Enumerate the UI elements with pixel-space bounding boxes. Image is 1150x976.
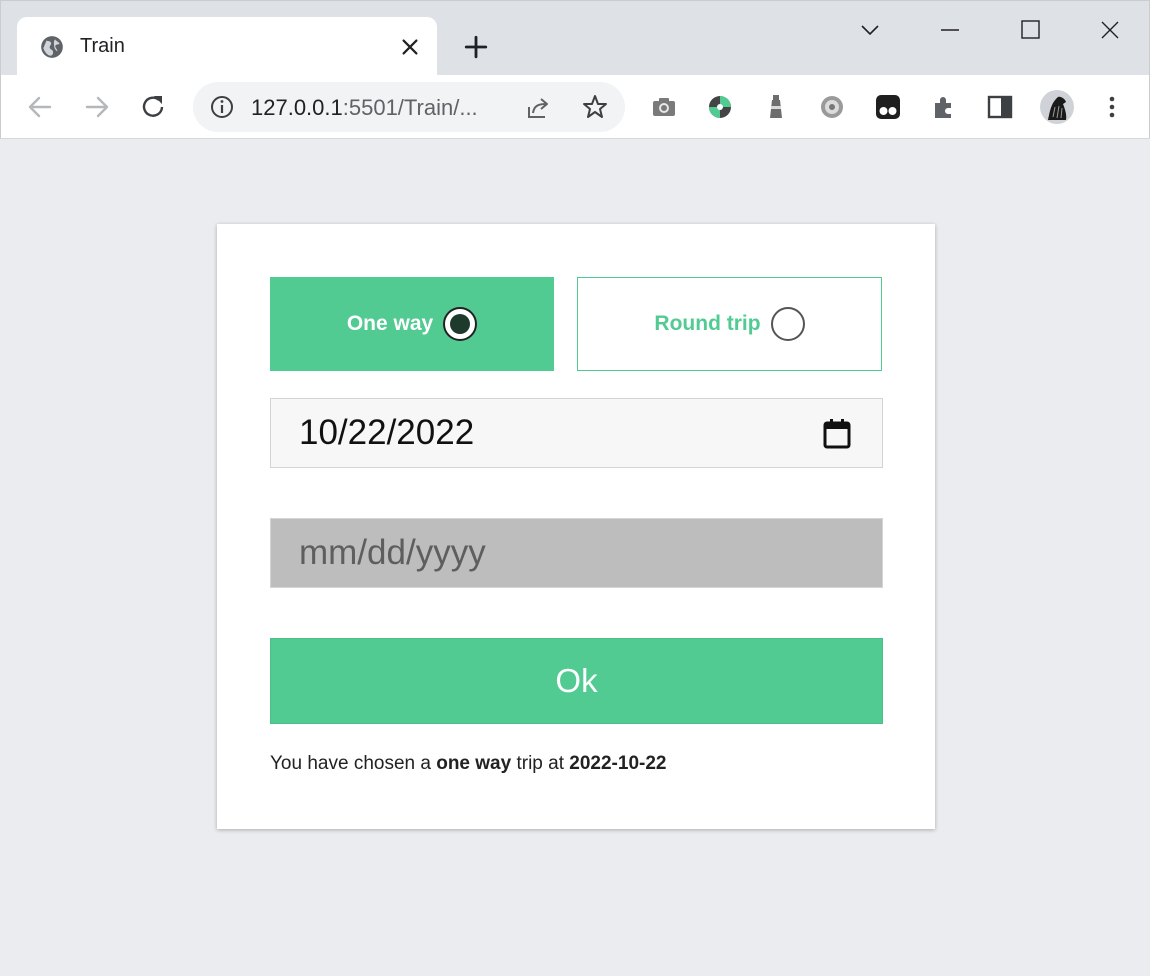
- profile-avatar-icon[interactable]: [1039, 89, 1075, 125]
- return-date-placeholder: mm/dd/yyyy: [299, 533, 486, 572]
- round-trip-radio[interactable]: [770, 307, 805, 341]
- lighthouse-extension-icon[interactable]: [761, 92, 791, 122]
- new-tab-plus-icon[interactable]: [463, 34, 489, 60]
- back-arrow-icon[interactable]: [25, 92, 55, 122]
- globe-icon: [41, 36, 63, 58]
- tab-search-chevron-icon[interactable]: [855, 15, 885, 45]
- calendar-icon[interactable]: [822, 418, 852, 450]
- reload-icon[interactable]: [138, 92, 168, 122]
- gear-extension-icon[interactable]: [817, 92, 847, 122]
- return-date-input[interactable]: mm/dd/yyyy: [270, 518, 883, 588]
- browser-tab[interactable]: Train: [17, 17, 437, 77]
- ok-button[interactable]: Ok: [270, 638, 883, 724]
- side-panel-icon[interactable]: [985, 92, 1015, 122]
- tab-title: Train: [80, 35, 125, 57]
- selection-summary: You have chosen a one way trip at 2022-1…: [270, 753, 666, 775]
- summary-prefix: You have chosen a: [270, 753, 437, 774]
- summary-middle: trip at: [511, 753, 570, 774]
- url-text[interactable]: 127.0.0.1:5501/Train/...: [251, 95, 478, 121]
- tampermonkey-extension-icon[interactable]: [873, 92, 903, 122]
- one-way-label: One way: [346, 312, 434, 335]
- summary-trip-type: one way: [436, 753, 512, 774]
- maximize-icon[interactable]: [1015, 15, 1045, 45]
- close-window-icon[interactable]: [1095, 15, 1125, 45]
- tab-strip: Train: [0, 0, 1150, 77]
- close-tab-icon[interactable]: [399, 36, 421, 58]
- forward-arrow-icon[interactable]: [82, 92, 112, 122]
- departure-date-input[interactable]: 10/22/2022: [270, 398, 883, 468]
- color-picker-extension-icon[interactable]: [705, 92, 735, 122]
- round-trip-label: Round trip: [654, 312, 761, 335]
- kebab-menu-icon[interactable]: [1097, 92, 1127, 122]
- bookmark-star-icon[interactable]: [581, 93, 609, 121]
- url-path: :5501/Train/...: [342, 95, 478, 120]
- puzzle-extensions-icon[interactable]: [929, 92, 959, 122]
- browser-toolbar: 127.0.0.1:5501/Train/...: [0, 75, 1150, 139]
- address-bar[interactable]: 127.0.0.1:5501/Train/...: [193, 82, 625, 132]
- departure-date-value: 10/22/2022: [299, 413, 475, 452]
- summary-date: 2022-10-22: [569, 753, 667, 774]
- round-trip-option[interactable]: Round trip: [577, 277, 882, 371]
- url-host: 127.0.0.1: [251, 95, 343, 120]
- site-info-icon[interactable]: [209, 94, 235, 120]
- minimize-icon[interactable]: [935, 15, 965, 45]
- share-icon[interactable]: [524, 94, 552, 122]
- camera-extension-icon[interactable]: [649, 92, 679, 122]
- booking-card: One way Round trip 10/22/2022 mm/dd/yyyy…: [217, 224, 935, 829]
- one-way-radio[interactable]: [443, 307, 478, 341]
- one-way-option[interactable]: One way: [270, 277, 554, 371]
